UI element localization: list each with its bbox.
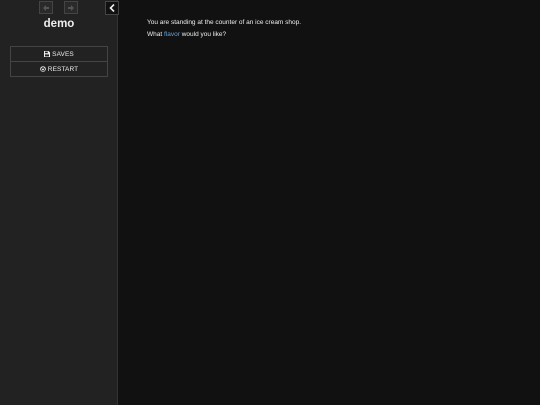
story-title: demo (43, 18, 75, 30)
saves-button[interactable]: SAVES (11, 47, 107, 61)
power-icon (39, 66, 46, 72)
passage-line: You are standing at the counter of an ic… (147, 19, 302, 26)
sidebar-toggle-button[interactable] (105, 1, 119, 15)
passage-text: would you like? (181, 31, 227, 38)
flavor-link[interactable]: flavor (164, 31, 180, 38)
sidebar-menu: SAVES RESTART (10, 46, 108, 77)
sidebar: demo SAVES RESTART (0, 0, 119, 405)
passage: You are standing at the counter of an ic… (147, 17, 507, 41)
save-icon (44, 51, 51, 57)
saves-label: SAVES (52, 50, 74, 58)
history-controls (39, 1, 78, 14)
arrow-left-icon (42, 4, 50, 12)
passage-line: What flavor would you like? (147, 29, 507, 41)
restart-label: RESTART (47, 65, 79, 73)
history-forward-button[interactable] (64, 1, 78, 14)
passage-text: What (147, 31, 163, 38)
arrow-right-icon (67, 4, 75, 12)
restart-button[interactable]: RESTART (11, 61, 107, 76)
history-back-button[interactable] (39, 1, 53, 14)
chevron-left-icon (108, 0, 116, 17)
